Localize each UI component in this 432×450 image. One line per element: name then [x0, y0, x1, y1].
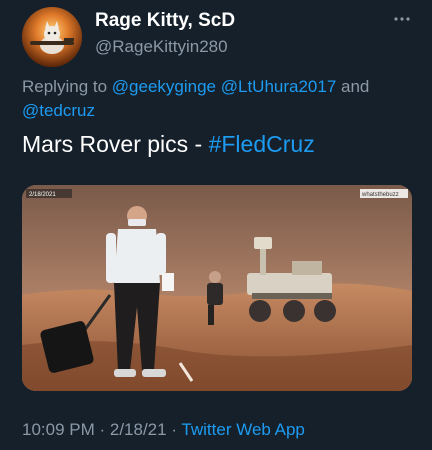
hashtag-link[interactable]: #FledCruz	[209, 131, 315, 157]
source-app-link[interactable]: Twitter Web App	[181, 420, 304, 439]
display-name[interactable]: Rage Kitty, ScD	[95, 10, 235, 32]
user-handle[interactable]: @RageKittyin280	[95, 37, 228, 57]
tweet-body: Mars Rover pics -	[22, 131, 209, 157]
media-image: 2/18/2021 whatsthebuzz	[22, 185, 412, 391]
watermark-right: whatsthebuzz	[361, 192, 399, 198]
meta-separator: ·	[166, 420, 182, 439]
replying-to-conjunction: and	[336, 77, 370, 96]
watermark-left: 2/18/2021	[29, 192, 56, 198]
tweet-metadata: 10:09 PM · 2/18/21 · Twitter Web App	[22, 420, 305, 440]
avatar[interactable]	[22, 7, 82, 67]
mention-link[interactable]: @LtUhura2017	[221, 77, 337, 96]
more-horizontal-icon[interactable]	[392, 14, 412, 24]
replying-to-label: Replying to	[22, 77, 112, 96]
mention-link[interactable]: @geekyginge	[112, 77, 216, 96]
tweet-media[interactable]: 2/18/2021 whatsthebuzz	[22, 185, 412, 391]
tweet-time[interactable]: 10:09 PM	[22, 420, 95, 439]
tweet-card: Rage Kitty, ScD @RageKittyin280 Replying…	[0, 0, 432, 450]
mention-link[interactable]: @tedcruz	[22, 101, 95, 120]
replying-to: Replying to @geekyginge @LtUhura2017 and…	[22, 75, 417, 123]
tweet-date[interactable]: 2/18/21	[110, 420, 167, 439]
avatar-image	[22, 7, 82, 67]
meta-separator: ·	[94, 420, 110, 439]
tweet-text: Mars Rover pics - #FledCruz	[22, 131, 315, 158]
